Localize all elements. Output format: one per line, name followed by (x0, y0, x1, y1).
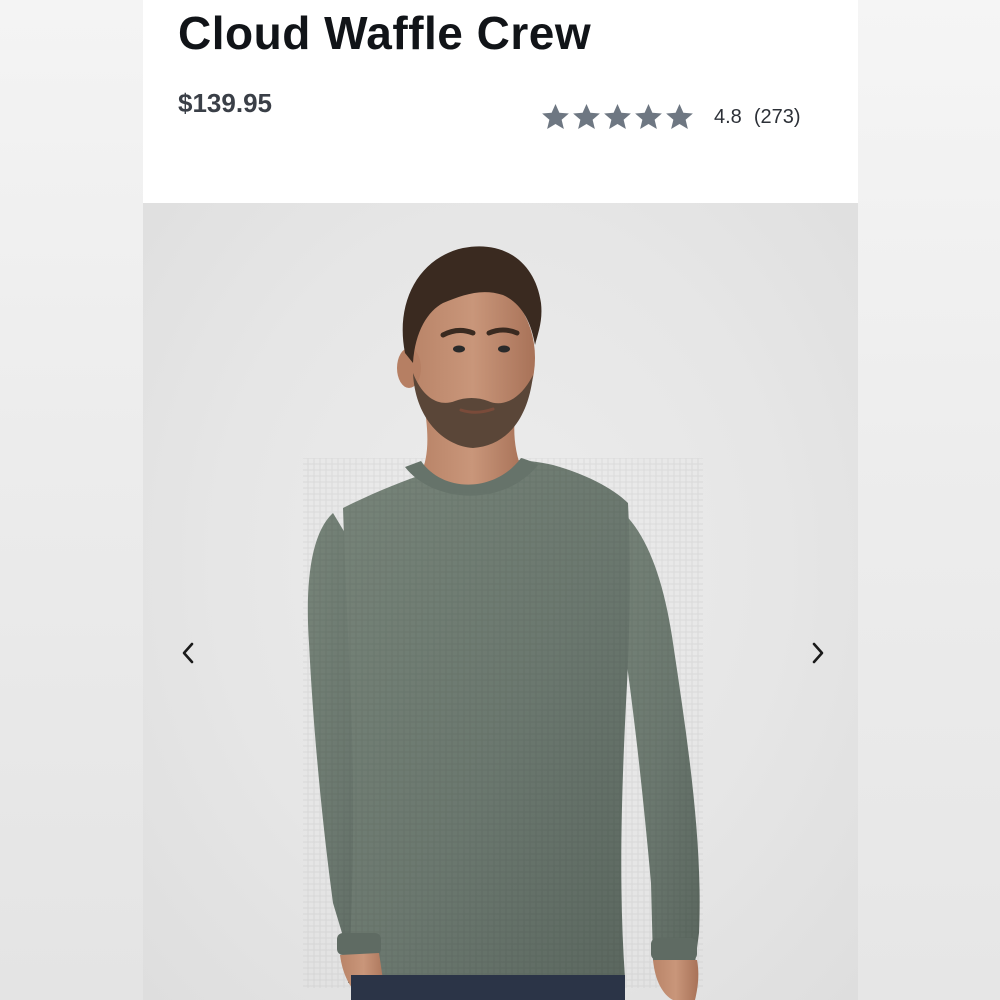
chevron-left-icon (182, 642, 194, 664)
left-backdrop (0, 0, 143, 1000)
review-count[interactable]: (273) (754, 106, 801, 129)
product-card: Cloud Waffle Crew $139.95 4.8 (273) (143, 0, 858, 1000)
product-image-gallery[interactable] (143, 203, 858, 1000)
right-backdrop (858, 0, 1000, 1000)
rating-stars (540, 102, 695, 132)
star-icon (633, 102, 664, 132)
star-icon (664, 102, 695, 132)
product-header: Cloud Waffle Crew $139.95 4.8 (273) (143, 0, 858, 203)
gallery-prev-button[interactable] (172, 635, 204, 671)
chevron-right-icon (812, 642, 824, 664)
star-icon (571, 102, 602, 132)
product-title: Cloud Waffle Crew (178, 7, 592, 59)
product-image[interactable] (143, 203, 858, 1000)
star-icon (602, 102, 633, 132)
rating-value: 4.8 (714, 105, 742, 128)
product-price: $139.95 (178, 88, 272, 118)
gallery-next-button[interactable] (802, 635, 834, 671)
product-rating[interactable]: 4.8 (273) (540, 100, 801, 134)
star-icon (540, 102, 571, 132)
